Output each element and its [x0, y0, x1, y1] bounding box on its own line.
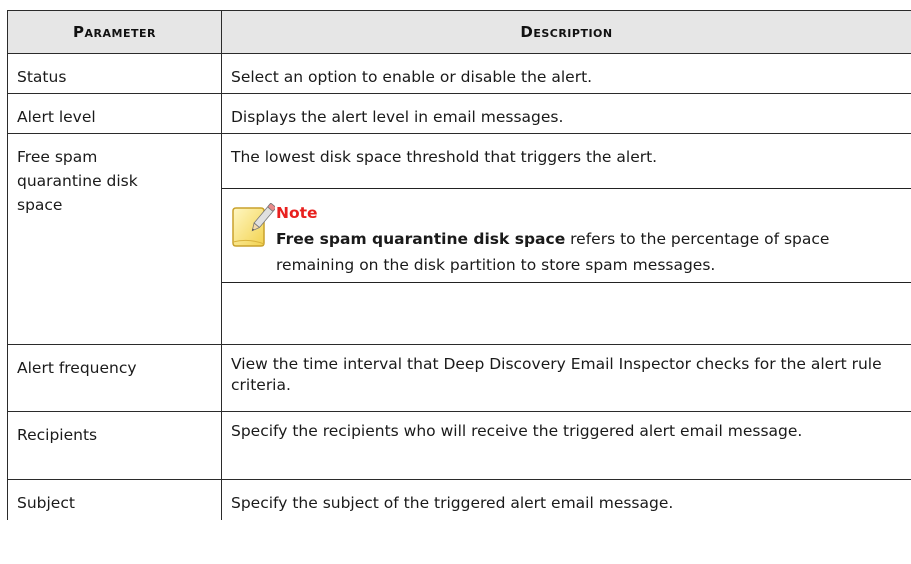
- description-cell: Displays the alert level in email messag…: [221, 93, 911, 134]
- parameter-cell: Subject: [7, 479, 222, 520]
- parameter-name: Alert frequency: [17, 359, 137, 377]
- parameter-table: Parameter Description Status Select an o…: [7, 10, 911, 520]
- parameter-description: The lowest disk space threshold that tri…: [231, 148, 658, 166]
- parameter-description: Specify the recipients who will receive …: [231, 422, 803, 440]
- table-row: Alert level Displays the alert level in …: [7, 93, 911, 134]
- parameter-cell: Free spam quarantine disk space: [7, 133, 222, 345]
- parameter-name: Status: [17, 68, 67, 86]
- parameter-cell: Alert frequency: [7, 344, 222, 412]
- parameter-name: Alert level: [17, 108, 96, 126]
- parameter-description: View the time interval that Deep Discove…: [231, 355, 882, 394]
- note-bold-term: Free spam quarantine disk space: [276, 230, 566, 248]
- parameter-description: Specify the subject of the triggered ale…: [231, 494, 674, 512]
- description-cell: Specify the recipients who will receive …: [221, 411, 911, 480]
- parameter-name: Recipients: [17, 426, 98, 444]
- parameter-cell: Alert level: [7, 93, 222, 134]
- parameter-description: Displays the alert level in email messag…: [231, 108, 564, 126]
- parameter-cell: Recipients: [7, 411, 222, 480]
- table-row: Recipients Specify the recipients who wi…: [7, 411, 911, 480]
- note-title: Note: [276, 204, 318, 222]
- note-text: Free spam quarantine disk space refers t…: [276, 226, 907, 278]
- header-parameter: Parameter: [7, 10, 222, 54]
- note-callout: Note Free spam quarantine disk space ref…: [222, 188, 911, 283]
- description-cell: Specify the subject of the triggered ale…: [221, 479, 911, 520]
- parameter-description: Select an option to enable or disable th…: [231, 68, 593, 86]
- table-row: Subject Specify the subject of the trigg…: [7, 479, 911, 520]
- table-row: Alert frequency View the time interval t…: [7, 344, 911, 412]
- header-description: Description: [221, 10, 911, 54]
- description-cell: The lowest disk space threshold that tri…: [221, 133, 911, 345]
- table-header-row: Parameter Description: [7, 10, 911, 54]
- description-cell: View the time interval that Deep Discove…: [221, 344, 911, 412]
- note-content: Note Free spam quarantine disk space ref…: [276, 202, 911, 278]
- parameter-cell: Status: [7, 53, 222, 94]
- table-row: Status Select an option to enable or dis…: [7, 53, 911, 94]
- note-pencil-icon: [232, 203, 275, 247]
- table-row: Free spam quarantine disk space The lowe…: [7, 133, 911, 345]
- description-cell: Select an option to enable or disable th…: [221, 53, 911, 94]
- parameter-name: Subject: [17, 494, 75, 512]
- parameter-name: Free spam quarantine disk space: [17, 148, 138, 214]
